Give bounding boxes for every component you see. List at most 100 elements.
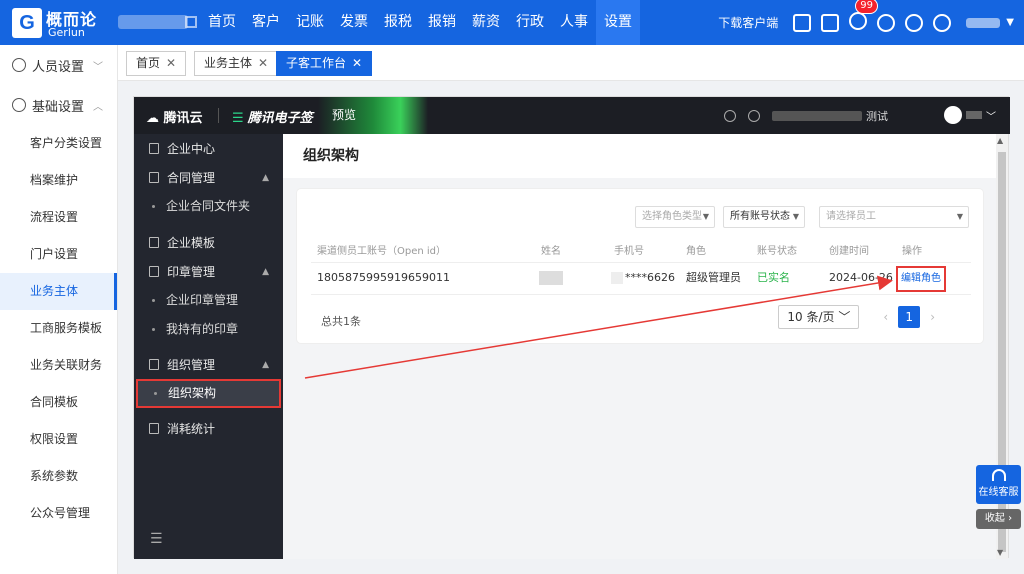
download-client-link[interactable]: 下载客户端 bbox=[718, 14, 778, 31]
name-redacted bbox=[539, 271, 563, 285]
caret-down-icon: ▼ bbox=[702, 212, 709, 221]
sidebar-group-basic[interactable]: 基础设置 ︿ bbox=[0, 85, 117, 125]
tencent-cloud-logo[interactable]: ☁ 腾讯云 bbox=[146, 107, 203, 126]
sidebar-item-portal[interactable]: 门户设置 bbox=[0, 236, 117, 273]
sidebar-group-staff[interactable]: 人员设置 ﹀ bbox=[0, 45, 117, 85]
sidebar-item-finance-link[interactable]: 业务关联财务 bbox=[0, 347, 117, 384]
account-status-select[interactable]: 所有账号状态 ▼ bbox=[723, 206, 805, 228]
filter-bar: 选择角色类型 ▼ 所有账号状态 ▼ 请选择员工 ▼ bbox=[627, 206, 969, 228]
nav-tax[interactable]: 报税 bbox=[376, 0, 420, 45]
edit-role-link[interactable]: 编辑角色 bbox=[896, 266, 946, 292]
role-type-select[interactable]: 选择角色类型 ▼ bbox=[635, 206, 715, 228]
menu-label: 企业模板 bbox=[167, 236, 216, 250]
chevron-up-icon: ︿ bbox=[93, 101, 103, 113]
contract-icon bbox=[149, 172, 159, 183]
tab-home[interactable]: 首页 ✕ bbox=[126, 51, 187, 76]
menu-contract-folder[interactable]: 企业合同文件夹 bbox=[134, 192, 283, 221]
nav-invoice[interactable]: 发票 bbox=[332, 0, 376, 45]
menu-seal-management[interactable]: 印章管理 ▲ bbox=[134, 257, 283, 286]
menu-usage-stats[interactable]: 消耗统计 bbox=[134, 414, 283, 443]
menu-label: 合同管理 bbox=[167, 171, 216, 185]
close-icon[interactable]: ✕ bbox=[166, 56, 176, 70]
user-name-redacted[interactable] bbox=[966, 17, 1001, 28]
chevron-up-icon: ▲ bbox=[262, 172, 269, 183]
tab-sub-workbench[interactable]: 子客工作台 ✕ bbox=[276, 51, 373, 76]
menu-contract-management[interactable]: 合同管理 ▲ bbox=[134, 163, 283, 192]
esign-user-menu[interactable]: ﹀ bbox=[944, 106, 996, 124]
esign-main: 组织架构 选择角色类型 ▼ 所有账号状态 ▼ 请选择员工 ▼ 渠道侧员工账号（Open… bbox=[283, 134, 997, 559]
nav-home[interactable]: 首页 bbox=[200, 0, 244, 45]
logo[interactable]: G 概而论 Gerlun bbox=[12, 6, 112, 40]
menu-org-structure[interactable]: 组织架构 bbox=[136, 379, 281, 408]
sidebar-item-service-template[interactable]: 工商服务模板 bbox=[0, 310, 117, 347]
nav-reimburse[interactable]: 报销 bbox=[420, 0, 464, 45]
sidebar-item-business-entity[interactable]: 业务主体 bbox=[0, 273, 117, 310]
sidebar-item-system-params[interactable]: 系统参数 bbox=[0, 458, 117, 495]
page-size-value: 10 条/页 bbox=[787, 310, 835, 324]
nav-admin[interactable]: 行政 bbox=[508, 0, 552, 45]
col-name: 姓名 bbox=[541, 246, 561, 257]
clipboard-icon[interactable] bbox=[821, 13, 840, 32]
message-icon[interactable] bbox=[877, 13, 896, 32]
chevron-down-icon: ﹀ bbox=[838, 310, 851, 324]
page-number-current[interactable]: 1 bbox=[898, 306, 921, 328]
headset-icon[interactable] bbox=[905, 13, 924, 32]
nav-customer[interactable]: 客户 bbox=[244, 0, 288, 45]
col-status: 账号状态 bbox=[757, 246, 797, 257]
chevron-down-icon: ﹀ bbox=[93, 61, 103, 73]
app-grid-icon[interactable] bbox=[185, 16, 197, 28]
notification-badge: 99 bbox=[855, 0, 879, 14]
sidebar-item-archive[interactable]: 档案维护 bbox=[0, 162, 117, 199]
org-table-card: 选择角色类型 ▼ 所有账号状态 ▼ 请选择员工 ▼ 渠道侧员工账号（Open id） … bbox=[297, 189, 983, 343]
prev-page-icon[interactable]: ‹ bbox=[883, 310, 888, 324]
tab-business-entity[interactable]: 业务主体 ✕ bbox=[194, 51, 279, 76]
nav-bookkeeping[interactable]: 记账 bbox=[288, 0, 332, 45]
sidebar-item-workflow[interactable]: 流程设置 bbox=[0, 199, 117, 236]
help-icon[interactable] bbox=[724, 110, 736, 122]
page-size-select[interactable]: 10 条/页 ﹀ bbox=[778, 305, 860, 329]
menu-my-seals[interactable]: 我持有的印章 bbox=[134, 315, 283, 344]
menu-enterprise-template[interactable]: 企业模板 bbox=[134, 228, 283, 257]
nav-settings[interactable]: 设置 bbox=[596, 0, 640, 45]
scan-icon[interactable] bbox=[793, 13, 812, 32]
next-page-icon[interactable]: › bbox=[930, 310, 935, 324]
chevron-up-icon: ▲ bbox=[262, 266, 269, 277]
sidebar-item-customer-category[interactable]: 客户分类设置 bbox=[0, 125, 117, 162]
template-icon bbox=[149, 237, 159, 248]
employee-select[interactable]: 请选择员工 ▼ bbox=[819, 206, 969, 228]
collapse-button[interactable]: 收起 › bbox=[976, 509, 1021, 529]
menu-label: 印章管理 bbox=[167, 265, 216, 279]
nav-salary[interactable]: 薪资 bbox=[464, 0, 508, 45]
close-icon[interactable]: ✕ bbox=[352, 56, 362, 70]
org-name-redacted[interactable] bbox=[118, 15, 188, 29]
help-icon[interactable] bbox=[933, 13, 952, 32]
scroll-up-icon[interactable]: ▲ bbox=[997, 136, 1003, 145]
close-icon[interactable]: ✕ bbox=[258, 56, 268, 70]
sidebar-item-contract-template[interactable]: 合同模板 bbox=[0, 384, 117, 421]
col-phone: 手机号 bbox=[614, 246, 644, 257]
table-row: 1805875995919659011 ****6626 超级管理员 已实名 2… bbox=[311, 263, 971, 295]
total-count: 总共1条 bbox=[321, 315, 361, 328]
select-placeholder: 选择角色类型 bbox=[642, 211, 702, 222]
user-icon bbox=[12, 58, 26, 72]
table-header: 渠道侧员工账号（Open id） 姓名 手机号 角色 账号状态 创建时间 操作 bbox=[311, 241, 971, 263]
caret-down-icon: ▼ bbox=[792, 212, 799, 221]
online-support-button[interactable]: 在线客服 bbox=[976, 465, 1021, 504]
sidebar-group-label: 基础设置 bbox=[32, 99, 85, 115]
chevron-up-icon: ▲ bbox=[262, 359, 269, 370]
esign-logo[interactable]: ☰ 腾讯电子签 bbox=[232, 107, 313, 126]
caret-down-icon[interactable]: ▼ bbox=[1006, 17, 1014, 28]
select-value: 所有账号状态 bbox=[730, 211, 790, 222]
sidebar-item-official-account[interactable]: 公众号管理 bbox=[0, 495, 117, 532]
cell-created: 2024-06-26 bbox=[829, 271, 893, 284]
scroll-down-icon[interactable]: ▼ bbox=[997, 548, 1003, 557]
esign-account-info: 测试 bbox=[724, 108, 888, 124]
menu-enterprise-seals[interactable]: 企业印章管理 bbox=[134, 286, 283, 315]
collapse-menu-icon[interactable]: ☰ bbox=[150, 531, 163, 547]
notifications[interactable]: 99 bbox=[849, 0, 879, 33]
nav-hr[interactable]: 人事 bbox=[552, 0, 596, 45]
menu-enterprise-center[interactable]: 企业中心 bbox=[134, 134, 283, 163]
headset-icon bbox=[991, 469, 1006, 481]
sidebar-item-permissions[interactable]: 权限设置 bbox=[0, 421, 117, 458]
menu-org-management[interactable]: 组织管理 ▲ bbox=[134, 350, 283, 379]
